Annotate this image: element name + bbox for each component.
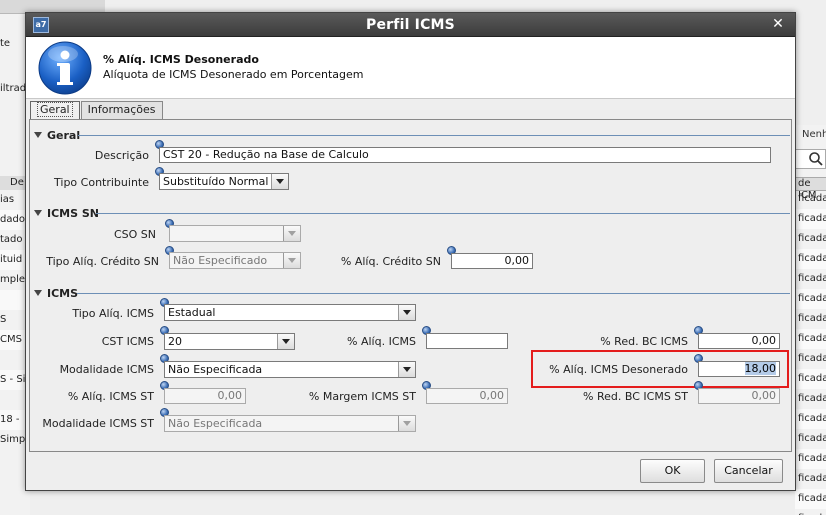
cst-icms-value: 20 <box>168 335 182 348</box>
background-text: iltrad <box>0 83 27 94</box>
background-row[interactable]: ficada <box>795 249 826 269</box>
background-row[interactable]: ficada <box>795 349 826 369</box>
tipo-contribuinte-value: Substituído Normal <box>163 175 269 188</box>
chevron-down-icon[interactable] <box>271 174 288 189</box>
section-geral-title: Geral <box>47 129 81 142</box>
aliq-icms-input[interactable] <box>426 333 508 349</box>
chevron-down-icon[interactable] <box>398 362 415 377</box>
close-icon[interactable]: ✕ <box>770 16 786 32</box>
tipo-contribuinte-label: Tipo Contribuinte <box>54 176 149 189</box>
background-row[interactable]: ficada <box>795 189 826 209</box>
cst-icms-label: CST ICMS <box>101 335 154 348</box>
section-icms-sn-title: ICMS SN <box>47 207 99 220</box>
modalidade-icms-st-select[interactable]: Não Especificada <box>164 415 416 432</box>
dialog-titlebar[interactable]: a7 Perfil ICMS ✕ <box>26 13 795 37</box>
section-icms-sn-header[interactable]: ICMS SN <box>34 207 99 220</box>
chevron-down-icon[interactable] <box>283 226 300 241</box>
ok-button[interactable]: OK <box>640 459 705 483</box>
section-divider <box>77 293 790 294</box>
modalidade-icms-label: Modalidade ICMS <box>59 363 154 376</box>
background-row[interactable]: ficada <box>795 209 826 229</box>
cancel-button[interactable]: Cancelar <box>714 459 783 483</box>
info-icon <box>38 41 92 95</box>
perfil-icms-dialog: a7 Perfil ICMS ✕ % Alíq. ICMS Desonerado… <box>25 12 796 491</box>
background-row[interactable]: ficada <box>795 489 826 509</box>
background-row[interactable]: ficada <box>795 289 826 309</box>
section-divider <box>96 213 790 214</box>
margem-icms-st-input[interactable]: 0,00 <box>426 388 508 404</box>
background-row[interactable]: ficada <box>795 429 826 449</box>
background-row[interactable]: ficada <box>795 369 826 389</box>
margem-icms-st-label: % Margem ICMS ST <box>308 390 416 403</box>
collapse-triangle-icon[interactable] <box>34 132 42 138</box>
background-row[interactable]: ficada <box>795 409 826 429</box>
section-icms-header[interactable]: ICMS <box>34 287 78 300</box>
red-bc-icms-label: % Red. BC ICMS <box>600 335 688 348</box>
red-bc-icms-input[interactable]: 0,00 <box>698 333 780 349</box>
help-subtitle: Alíquota de ICMS Desonerado em Porcentag… <box>103 68 364 81</box>
tipo-aliq-icms-select[interactable]: Estadual <box>164 304 416 321</box>
aliq-icms-st-label: % Alíq. ICMS ST <box>67 390 154 403</box>
help-header: % Alíq. ICMS Desonerado Alíquota de ICMS… <box>26 37 795 99</box>
background-row[interactable]: ficada <box>795 269 826 289</box>
tab-informacoes[interactable]: Informações <box>80 101 163 119</box>
tipo-aliq-icms-label: Tipo Alíq. ICMS <box>72 307 154 320</box>
tab-label: Informações <box>87 103 156 116</box>
background-row[interactable]: ficada <box>795 309 826 329</box>
background-row[interactable]: ficada <box>795 389 826 409</box>
background-row[interactable]: ficada <box>795 229 826 249</box>
dialog-title: Perfil ICMS <box>366 17 455 33</box>
help-title: % Alíq. ICMS Desonerado <box>103 53 259 66</box>
background-row[interactable]: ficada <box>795 469 826 489</box>
modalidade-icms-st-label: Modalidade ICMS ST <box>42 417 154 430</box>
aliq-credito-input[interactable]: 0,00 <box>451 253 533 269</box>
modalidade-icms-value: Não Especificada <box>168 363 263 376</box>
modalidade-icms-select[interactable]: Não Especificada <box>164 361 416 378</box>
tab-panel-geral: Geral Descrição CST 20 - Redução na Base… <box>29 119 792 452</box>
cso-sn-label: CSO SN <box>113 228 156 241</box>
aliq-icms-st-input[interactable]: 0,00 <box>164 388 246 404</box>
cst-icms-select[interactable]: 20 <box>164 333 295 350</box>
cso-sn-select[interactable] <box>169 225 301 242</box>
tab-strip: Geral Informações <box>30 101 164 120</box>
aliq-icms-desonerado-input[interactable]: 18,00 <box>698 361 780 377</box>
descricao-label: Descrição <box>94 149 149 162</box>
chevron-down-icon[interactable] <box>277 334 294 349</box>
chevron-down-icon[interactable] <box>283 253 300 268</box>
red-bc-icms-st-input[interactable]: 0,00 <box>698 388 780 404</box>
section-divider <box>78 135 790 136</box>
background-filter-label: Nenh <box>802 129 826 140</box>
tipo-contribuinte-select[interactable]: Substituído Normal <box>159 173 289 190</box>
background-right-panel: Nenh de ICM ficada ficada ficada ficada … <box>795 125 826 515</box>
modalidade-icms-st-value: Não Especificada <box>168 417 263 430</box>
section-icms-title: ICMS <box>47 287 79 300</box>
collapse-triangle-icon[interactable] <box>34 210 42 216</box>
background-row[interactable]: ficada <box>795 509 826 515</box>
red-bc-icms-st-label: % Red. BC ICMS ST <box>583 390 688 403</box>
tipo-aliq-credito-label: Tipo Alíq. Crédito SN <box>46 255 159 268</box>
search-icon[interactable] <box>808 151 824 167</box>
background-row[interactable]: ficada <box>795 329 826 349</box>
section-geral-header[interactable]: Geral <box>34 129 80 142</box>
chevron-down-icon[interactable] <box>398 416 415 431</box>
background-row[interactable]: ficada <box>795 449 826 469</box>
tipo-aliq-icms-value: Estadual <box>168 306 216 319</box>
chevron-down-icon[interactable] <box>398 305 415 320</box>
background-right-rows: ficada ficada ficada ficada ficada ficad… <box>795 189 826 515</box>
descricao-input[interactable]: CST 20 - Redução na Base de Calculo <box>159 147 771 163</box>
background-search-input[interactable] <box>795 149 826 169</box>
tab-label: Geral <box>37 102 73 117</box>
tab-geral[interactable]: Geral <box>30 101 80 120</box>
aliq-credito-label: % Alíq. Crédito SN <box>340 255 441 268</box>
tipo-aliq-credito-select[interactable]: Não Especificado <box>169 252 301 269</box>
collapse-triangle-icon[interactable] <box>34 290 42 296</box>
background-text: te <box>0 38 11 49</box>
tipo-aliq-credito-value: Não Especificado <box>173 254 268 267</box>
aliq-icms-label: % Alíq. ICMS <box>347 335 416 348</box>
aliq-icms-desonerado-value: 18,00 <box>744 362 776 375</box>
aliq-icms-desonerado-label: % Alíq. ICMS Desonerado <box>549 363 688 376</box>
